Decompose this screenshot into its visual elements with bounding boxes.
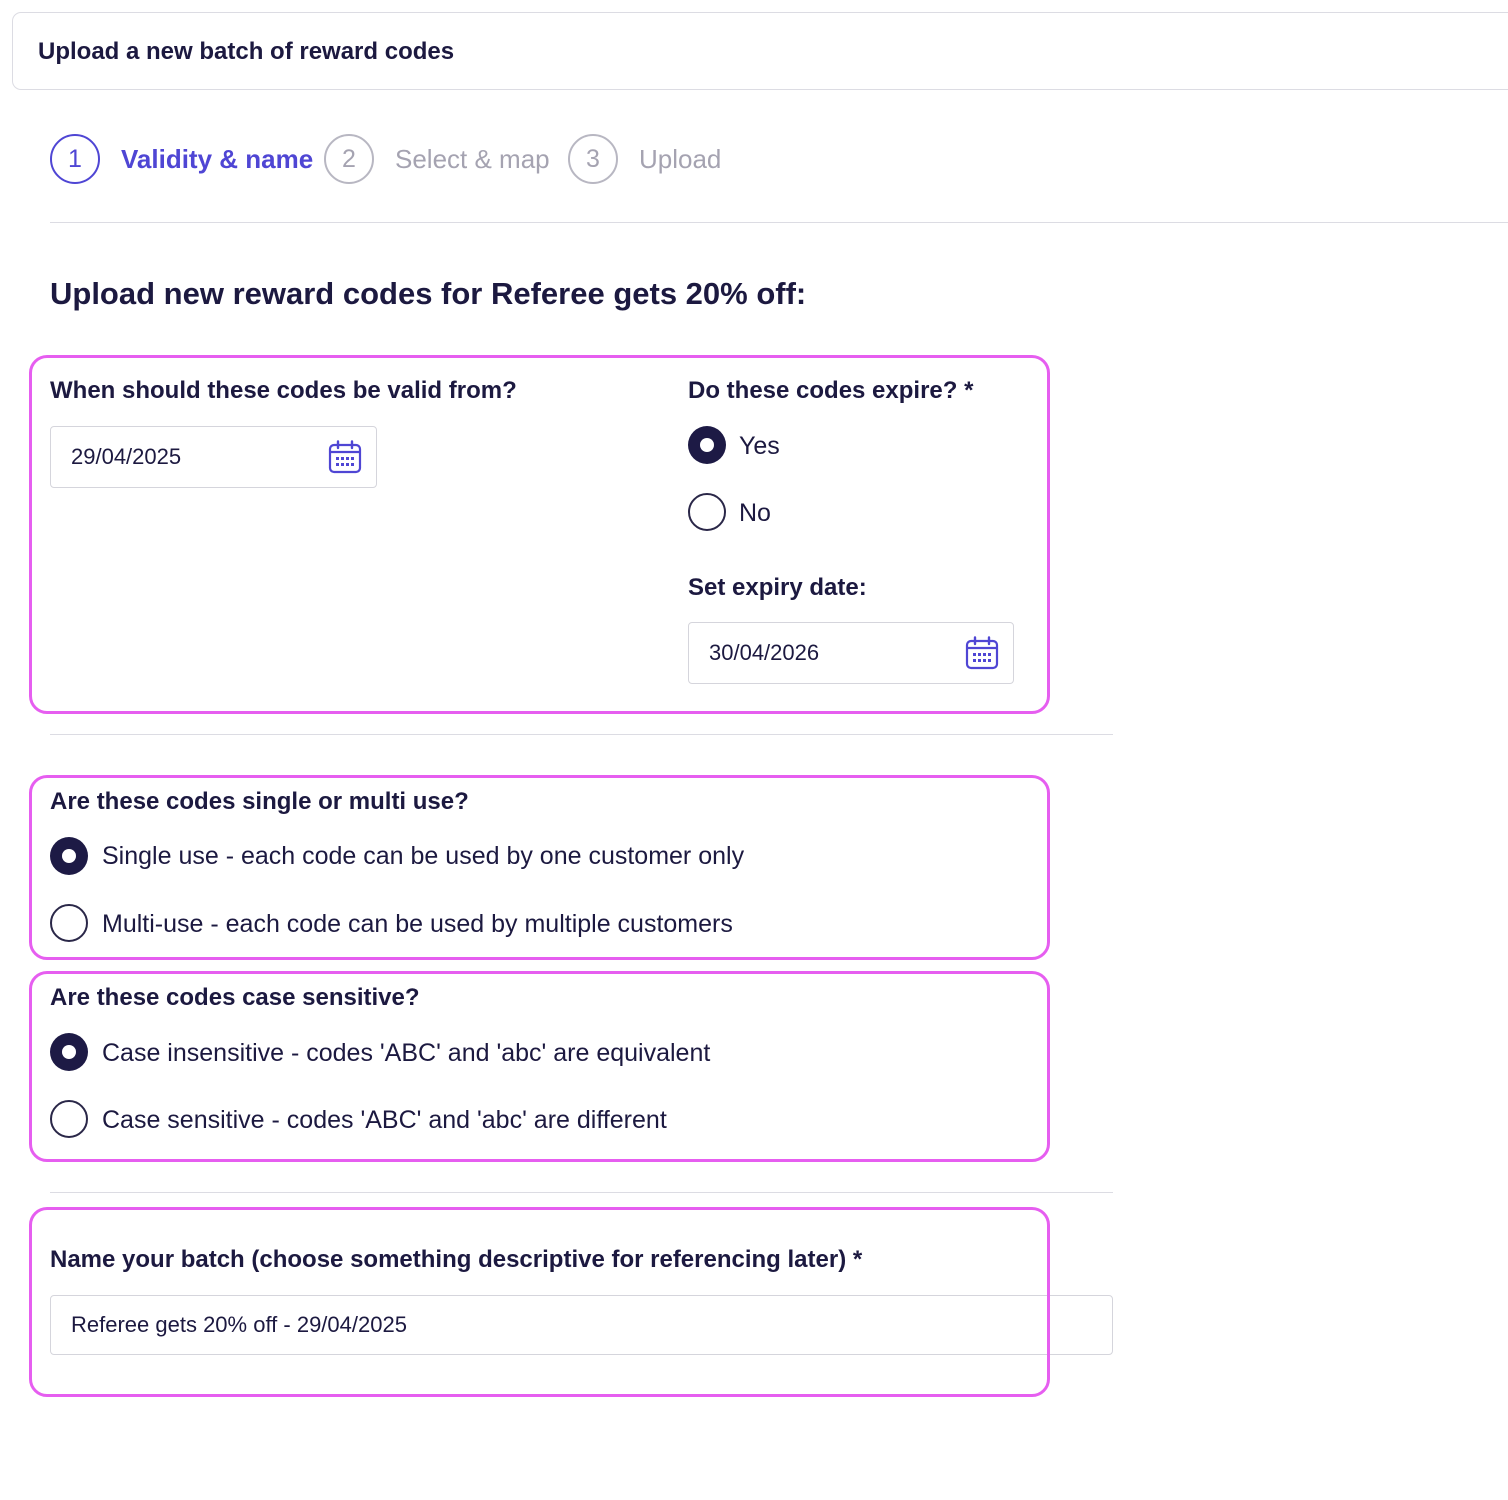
case-insensitive-radio[interactable] — [50, 1033, 88, 1071]
expiry-date-value: 30/04/2026 — [709, 640, 820, 665]
expiry-date-input[interactable]: 30/04/2026 — [688, 622, 1014, 684]
section-divider — [50, 734, 1113, 735]
multi-use-label[interactable]: Multi-use - each code can be used by mul… — [102, 909, 733, 939]
expire-no-label[interactable]: No — [739, 498, 771, 528]
valid-from-label: When should these codes be valid from? — [50, 377, 517, 404]
calendar-icon[interactable] — [328, 440, 362, 474]
valid-from-date-value: 29/04/2025 — [71, 444, 182, 469]
step-3-label[interactable]: Upload — [639, 144, 721, 174]
step-2-circle[interactable]: 2 — [324, 134, 374, 184]
case-insensitive-label[interactable]: Case insensitive - codes 'ABC' and 'abc'… — [102, 1038, 710, 1068]
step-3-circle[interactable]: 3 — [568, 134, 618, 184]
single-use-radio[interactable] — [50, 837, 88, 875]
case-sensitive-radio[interactable] — [50, 1100, 88, 1138]
step-2-label[interactable]: Select & map — [395, 144, 550, 174]
page-heading: Upload new reward codes for Referee gets… — [50, 276, 807, 311]
usage-question-label: Are these codes single or multi use? — [50, 788, 469, 815]
expire-question-label: Do these codes expire? * — [688, 377, 974, 404]
step-1-label[interactable]: Validity & name — [121, 144, 313, 174]
calendar-icon[interactable] — [965, 636, 999, 670]
batch-name-section-highlight — [29, 1207, 1050, 1397]
valid-from-date-input[interactable]: 29/04/2025 — [50, 426, 377, 488]
single-use-label[interactable]: Single use - each code can be used by on… — [102, 841, 744, 871]
page-header-title: Upload a new batch of reward codes — [38, 38, 455, 65]
expire-yes-radio[interactable] — [688, 426, 726, 464]
section-divider — [50, 1192, 1113, 1193]
expire-yes-label[interactable]: Yes — [739, 431, 780, 461]
stepper-divider — [50, 222, 1508, 223]
step-1-circle[interactable]: 1 — [50, 134, 100, 184]
case-question-label: Are these codes case sensitive? — [50, 984, 420, 1011]
case-sensitive-label[interactable]: Case sensitive - codes 'ABC' and 'abc' a… — [102, 1105, 667, 1135]
expire-no-radio[interactable] — [688, 493, 726, 531]
multi-use-radio[interactable] — [50, 904, 88, 942]
expiry-date-label: Set expiry date: — [688, 574, 867, 601]
